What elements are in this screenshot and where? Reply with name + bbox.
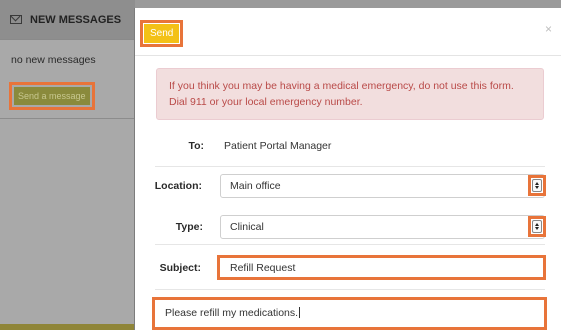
sidebar-header: NEW MESSAGES (0, 0, 135, 40)
close-icon[interactable]: × (545, 22, 552, 36)
compose-message-modal: Send × If you think you may be having a … (134, 8, 561, 330)
sidebar-divider (0, 118, 135, 119)
emergency-alert: If you think you may be having a medical… (156, 68, 544, 120)
text-cursor (299, 307, 301, 318)
to-label: To: (188, 140, 204, 152)
to-value: Patient Portal Manager (224, 140, 332, 152)
subject-value: Refill Request (230, 262, 296, 274)
send-message-highlight: Send a message (9, 82, 95, 110)
send-button-highlight: Send (140, 20, 184, 47)
envelope-icon (10, 15, 22, 24)
send-button[interactable]: Send (144, 24, 180, 43)
no-messages-text: no new messages (11, 54, 96, 66)
location-select-value: Main office (230, 180, 281, 192)
sidebar-title: NEW MESSAGES (30, 13, 122, 26)
subject-label: Subject: (159, 262, 201, 274)
type-label: Type: (175, 221, 203, 233)
separator (155, 289, 545, 290)
message-textarea[interactable]: Please refill my medications. (152, 297, 547, 330)
up-down-arrows-icon (532, 179, 542, 192)
location-select-arrow-highlight[interactable] (528, 175, 546, 196)
send-message-button[interactable]: Send a message (14, 87, 90, 105)
type-select-value: Clinical (230, 221, 264, 233)
sidebar-bottom-bar (0, 324, 135, 330)
sidebar: NEW MESSAGES no new messages Send a mess… (0, 0, 135, 330)
separator (155, 244, 545, 245)
separator (155, 166, 545, 167)
location-label: Location: (154, 180, 202, 192)
location-select[interactable]: Main office (220, 174, 545, 198)
message-value: Please refill my medications. (165, 307, 299, 319)
subject-input[interactable]: Refill Request (217, 255, 546, 280)
type-select[interactable]: Clinical (220, 215, 545, 239)
type-select-arrow-highlight[interactable] (528, 216, 546, 237)
modal-header: Send × (135, 8, 561, 56)
up-down-arrows-icon (532, 220, 542, 233)
to-row: To: Patient Portal Manager (135, 140, 561, 152)
